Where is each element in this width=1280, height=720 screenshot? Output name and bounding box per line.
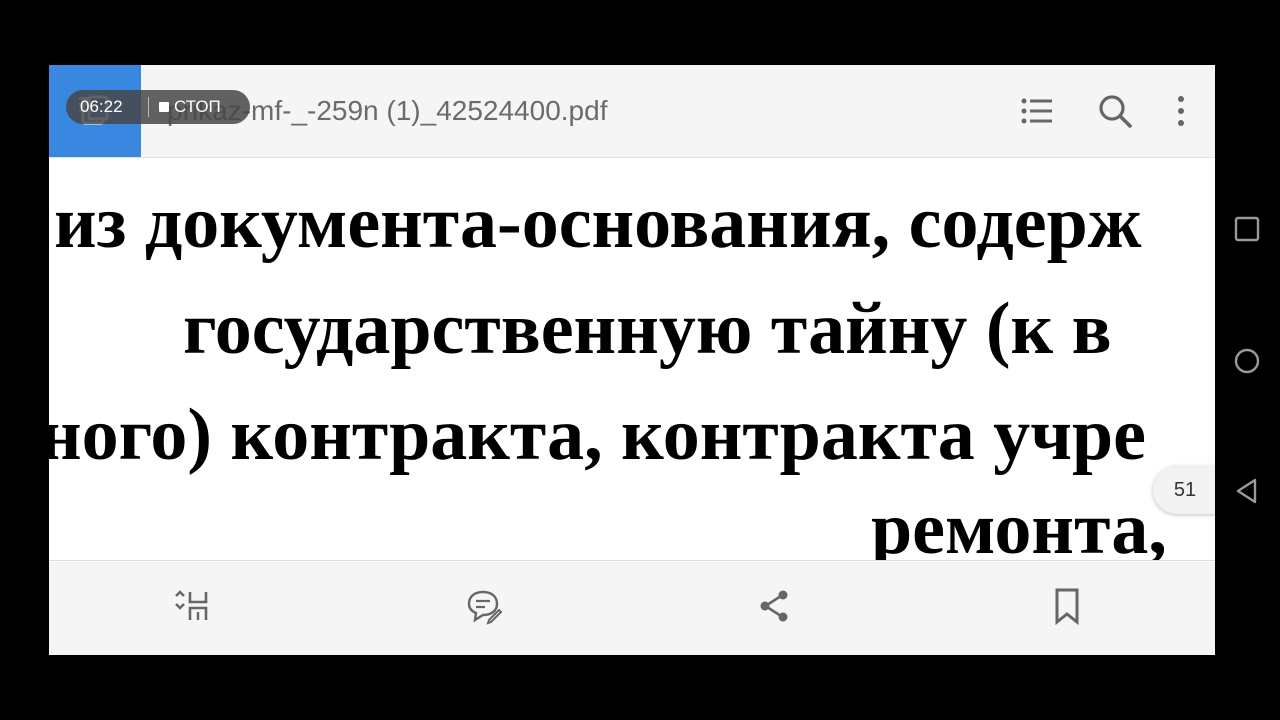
system-navigation-bar — [1215, 65, 1280, 655]
bookmark-icon[interactable] — [1047, 586, 1087, 626]
stop-icon — [159, 102, 169, 112]
bottom-toolbar — [49, 562, 1215, 655]
stop-recording-button[interactable]: СТОП — [174, 97, 221, 117]
home-circle-icon[interactable] — [1233, 347, 1261, 375]
comment-icon[interactable] — [463, 586, 503, 626]
recording-time: 06:22 — [80, 97, 123, 116]
recents-square-icon[interactable] — [1233, 215, 1261, 243]
document-line: государственную тайну (к в — [183, 288, 1112, 370]
share-icon[interactable] — [755, 586, 795, 626]
back-triangle-icon[interactable] — [1233, 477, 1261, 505]
app-bar: prikaz-mf-_-259n (1)_42524400.pdf 06:22 … — [49, 65, 1215, 158]
outline-list-icon[interactable] — [1019, 93, 1055, 129]
search-icon[interactable] — [1097, 93, 1133, 129]
reflow-icon[interactable] — [172, 586, 212, 626]
screen-recorder-overlay[interactable]: 06:22 СТОП — [66, 90, 250, 124]
pdf-page[interactable]: из документа-основания, содерж государст… — [49, 158, 1215, 561]
pdf-viewer-screen: prikaz-mf-_-259n (1)_42524400.pdf 06:22 … — [49, 65, 1215, 655]
recorder-divider — [148, 97, 149, 117]
page-number-badge[interactable]: 51 — [1153, 466, 1217, 514]
more-vertical-icon[interactable] — [1163, 93, 1199, 129]
document-line: ремонта, — [871, 488, 1167, 561]
document-line: ного) контракта, контракта учре — [49, 394, 1146, 476]
document-line: из документа-основания, содерж — [54, 182, 1142, 264]
